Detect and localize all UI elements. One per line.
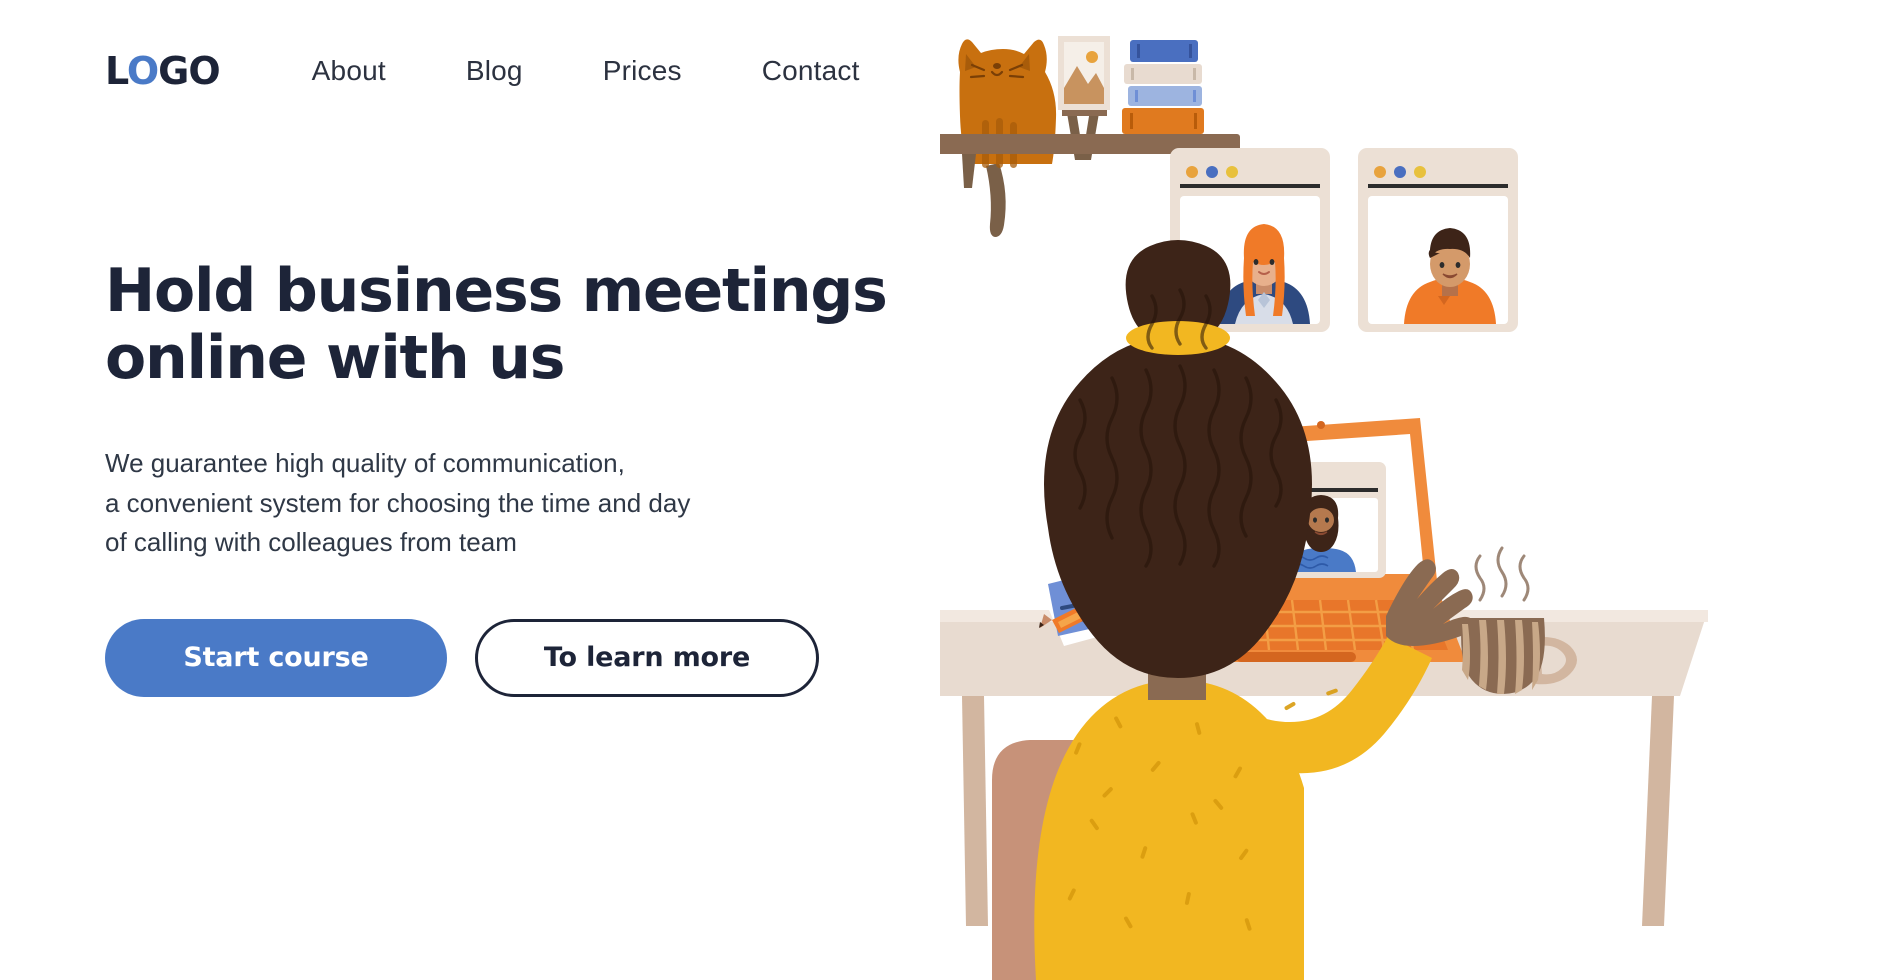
window-dot-blue [1394,166,1406,178]
window-dot-orange [1186,166,1198,178]
logo-letters-go: GO [158,49,220,93]
laptop-trackpad [1236,652,1356,662]
main-navigation: LOGO About Blog Prices Contact [105,52,860,90]
participant-window-2 [1358,148,1518,332]
window-dot-blue [1206,166,1218,178]
book-stack-icon [1122,40,1204,134]
laptop-camera-icon [1317,421,1325,429]
logo-letter-o: O [126,49,159,93]
logo[interactable]: LOGO [105,49,221,93]
landing-page: LOGO About Blog Prices Contact Hold busi… [0,0,1882,980]
nav-item-blog[interactable]: Blog [466,55,523,87]
nav-links: About Blog Prices Contact [312,55,860,87]
steam-icon [1474,546,1530,602]
hero-button-row: Start course To learn more [105,618,965,697]
hero-section: Hold business meetings online with us We… [105,256,965,697]
cat-tail-icon [986,163,1006,237]
window-dot-orange [1374,166,1386,178]
hero-description: We guarantee high quality of communicati… [105,448,691,558]
logo-letter-l: L [105,49,128,93]
page-title: Hold business meetings online with us [105,256,888,394]
nav-item-contact[interactable]: Contact [762,55,860,87]
desk-leg-left [962,696,988,926]
nav-item-about[interactable]: About [312,55,386,87]
window-dot-yellow [1414,166,1426,178]
window-dot-yellow [1226,166,1238,178]
nav-item-prices[interactable]: Prices [603,55,682,87]
woman-figure [1034,240,1473,980]
to-learn-more-button[interactable]: To learn more [475,618,819,697]
hero-illustration [940,0,1882,980]
desk-leg-right [1642,696,1674,926]
start-course-button[interactable]: Start course [105,618,447,697]
